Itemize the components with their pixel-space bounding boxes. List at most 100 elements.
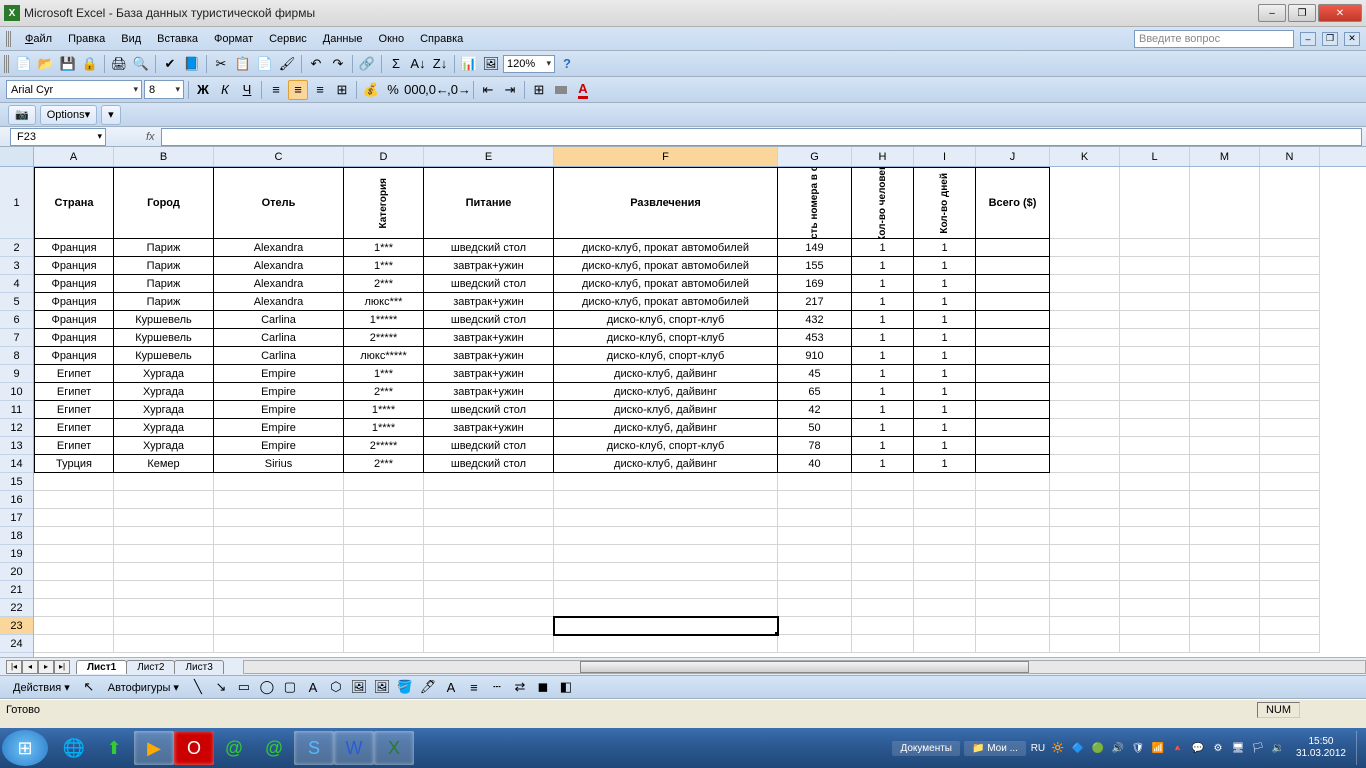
column-header[interactable]: L xyxy=(1120,147,1190,166)
empty-cell[interactable] xyxy=(34,545,114,563)
data-cell[interactable] xyxy=(1260,419,1320,437)
empty-cell[interactable] xyxy=(214,527,344,545)
empty-cell[interactable] xyxy=(778,599,852,617)
diagram-icon[interactable]: ⬡ xyxy=(326,677,346,697)
empty-cell[interactable] xyxy=(778,635,852,653)
empty-cell[interactable] xyxy=(976,563,1050,581)
line-color-icon[interactable]: 🖊 xyxy=(418,677,438,697)
empty-cell[interactable] xyxy=(344,545,424,563)
header-cell[interactable]: Развлечения xyxy=(554,167,778,239)
empty-cell[interactable] xyxy=(778,617,852,635)
data-cell[interactable] xyxy=(1050,383,1120,401)
data-cell[interactable]: завтрак+ужин xyxy=(424,419,554,437)
data-cell[interactable]: Хургада xyxy=(114,365,214,383)
maximize-button[interactable]: ❐ xyxy=(1288,4,1316,22)
data-cell[interactable]: 1 xyxy=(914,455,976,473)
data-cell[interactable] xyxy=(1190,293,1260,311)
data-cell[interactable]: диско-клуб, дайвинг xyxy=(554,419,778,437)
menu-data[interactable]: Данные xyxy=(316,31,370,47)
column-header[interactable]: D xyxy=(344,147,424,166)
data-cell[interactable]: Empire xyxy=(214,419,344,437)
empty-cell[interactable] xyxy=(344,563,424,581)
data-cell[interactable] xyxy=(1120,401,1190,419)
data-cell[interactable]: Хургада xyxy=(114,383,214,401)
data-cell[interactable]: 1 xyxy=(852,257,914,275)
empty-cell[interactable] xyxy=(554,473,778,491)
empty-cell[interactable] xyxy=(852,599,914,617)
empty-cell[interactable] xyxy=(1190,563,1260,581)
empty-cell[interactable] xyxy=(1260,473,1320,491)
taskbar-documents-button[interactable]: Документы xyxy=(892,741,960,756)
mdi-minimize-button[interactable]: – xyxy=(1300,32,1316,46)
empty-cell[interactable] xyxy=(852,473,914,491)
empty-cell[interactable] xyxy=(1260,617,1320,635)
empty-cell[interactable] xyxy=(1190,473,1260,491)
empty-cell[interactable] xyxy=(424,617,554,635)
open-icon[interactable]: 📂 xyxy=(36,54,56,74)
save-icon[interactable]: 💾 xyxy=(58,54,78,74)
data-cell[interactable]: 169 xyxy=(778,275,852,293)
menu-view[interactable]: Вид xyxy=(114,31,148,47)
align-right-icon[interactable]: ≡ xyxy=(310,80,330,100)
column-header[interactable]: F xyxy=(554,147,778,166)
copy-icon[interactable]: 📋 xyxy=(233,54,253,74)
tab-nav-last[interactable]: ▸| xyxy=(54,660,70,674)
fx-label[interactable]: fx xyxy=(146,131,155,143)
header-cell[interactable]: Категория xyxy=(344,167,424,239)
data-cell[interactable] xyxy=(976,257,1050,275)
data-cell[interactable] xyxy=(1120,257,1190,275)
empty-cell[interactable] xyxy=(976,581,1050,599)
tray-icon[interactable]: 🔺 xyxy=(1170,740,1186,756)
data-cell[interactable] xyxy=(1190,383,1260,401)
taskbar-mail-icon[interactable]: @ xyxy=(214,731,254,765)
data-cell[interactable]: Турция xyxy=(34,455,114,473)
row-header[interactable]: 6 xyxy=(0,311,33,329)
row-header[interactable]: 1 xyxy=(0,167,33,239)
data-cell[interactable]: Египет xyxy=(34,437,114,455)
data-cell[interactable]: Carlina xyxy=(214,347,344,365)
data-cell[interactable]: 1 xyxy=(852,275,914,293)
data-cell[interactable] xyxy=(1190,275,1260,293)
row-header[interactable]: 14 xyxy=(0,455,33,473)
data-cell[interactable]: 149 xyxy=(778,239,852,257)
empty-cell[interactable] xyxy=(1120,473,1190,491)
empty-cell[interactable] xyxy=(778,509,852,527)
column-header[interactable]: E xyxy=(424,147,554,166)
font-color-draw-icon[interactable]: A xyxy=(441,677,461,697)
tray-icon[interactable]: 💬 xyxy=(1190,740,1206,756)
data-cell[interactable] xyxy=(1260,239,1320,257)
tray-icon[interactable]: 🔊 xyxy=(1110,740,1126,756)
data-cell[interactable] xyxy=(976,365,1050,383)
empty-cell[interactable] xyxy=(1050,545,1120,563)
row-header[interactable]: 21 xyxy=(0,581,33,599)
column-header[interactable]: H xyxy=(852,147,914,166)
empty-cell[interactable] xyxy=(914,563,976,581)
options-button[interactable]: Options ▾ xyxy=(40,105,97,125)
arrow-icon[interactable]: ↘ xyxy=(211,677,231,697)
row-header[interactable]: 5 xyxy=(0,293,33,311)
data-cell[interactable] xyxy=(976,401,1050,419)
data-cell[interactable] xyxy=(1190,419,1260,437)
data-cell[interactable]: 1 xyxy=(852,293,914,311)
empty-cell[interactable] xyxy=(1260,509,1320,527)
formula-input[interactable] xyxy=(161,128,1362,146)
data-cell[interactable]: Alexandra xyxy=(214,275,344,293)
options-extra-button[interactable]: ▾ xyxy=(101,105,121,125)
empty-cell[interactable] xyxy=(34,473,114,491)
data-cell[interactable]: диско-клуб, спорт-клуб xyxy=(554,311,778,329)
data-cell[interactable]: 2***** xyxy=(344,329,424,347)
bold-icon[interactable]: Ж xyxy=(193,80,213,100)
data-cell[interactable]: диско-клуб, прокат автомобилей xyxy=(554,239,778,257)
empty-cell[interactable] xyxy=(424,491,554,509)
research-icon[interactable]: 📘 xyxy=(182,54,202,74)
data-cell[interactable]: 2*** xyxy=(344,455,424,473)
empty-cell[interactable] xyxy=(214,635,344,653)
empty-cell[interactable] xyxy=(34,617,114,635)
row-header[interactable]: 4 xyxy=(0,275,33,293)
data-cell[interactable]: 1***** xyxy=(344,311,424,329)
merge-center-icon[interactable]: ⊞ xyxy=(332,80,352,100)
data-cell[interactable]: 453 xyxy=(778,329,852,347)
data-cell[interactable]: 217 xyxy=(778,293,852,311)
data-cell[interactable]: 1 xyxy=(852,383,914,401)
data-cell[interactable]: шведский стол xyxy=(424,239,554,257)
